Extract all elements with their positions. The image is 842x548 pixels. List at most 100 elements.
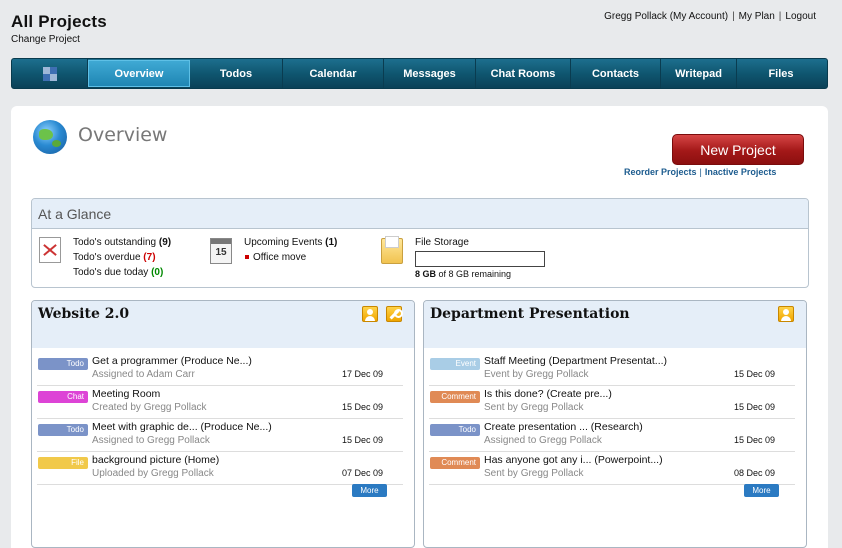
activity-title-link[interactable]: Create presentation ... (Research) xyxy=(484,421,643,433)
nav-home-button[interactable] xyxy=(12,59,88,88)
activity-date: 08 Dec 09 xyxy=(733,468,775,478)
tab-files[interactable]: Files xyxy=(737,59,825,88)
page-heading: All Projects xyxy=(11,12,107,31)
project-title[interactable]: Website 2.0 xyxy=(38,306,129,322)
upcoming-events-count: (1) xyxy=(325,237,338,248)
storage-used: 8 GB xyxy=(415,269,437,279)
activity-subtitle: Created by Gregg Pollack xyxy=(92,402,207,413)
more-button[interactable]: More xyxy=(744,484,779,497)
events-summary: Upcoming Events (1) Office move xyxy=(244,235,337,265)
activity-title-link[interactable]: Meeting Room xyxy=(92,388,160,400)
account-links: Gregg Pollack (My Account) | My Plan | Logou… xyxy=(604,11,816,22)
storage-text: 8 GB of 8 GB remaining xyxy=(415,268,545,280)
activity-title-link[interactable]: Meet with graphic de... (Produce Ne...) xyxy=(92,421,272,433)
glance-title: At a Glance xyxy=(32,199,808,229)
tab-calendar[interactable]: Calendar xyxy=(283,59,384,88)
project-title[interactable]: Department Presentation xyxy=(430,306,630,322)
my-plan-link[interactable]: My Plan xyxy=(739,11,775,22)
activity-title-link[interactable]: background picture (Home) xyxy=(92,454,219,466)
activity-item: Todo Meet with graphic de... (Produce Ne.… xyxy=(37,419,403,452)
activity-item: File background picture (Home) Uploaded by… xyxy=(37,452,403,485)
todos-overdue-count: (7) xyxy=(143,252,156,263)
inactive-projects-link[interactable]: Inactive Projects xyxy=(705,167,777,177)
activity-title-link[interactable]: Is this done? (Create pre...) xyxy=(484,388,612,400)
activity-subtitle: Uploaded by Gregg Pollack xyxy=(92,468,214,479)
activity-item: Comment Is this done? (Create pre...) Sent… xyxy=(429,386,795,419)
activity-subtitle: Sent by Gregg Pollack xyxy=(484,402,584,413)
todos-overdue-label: Todo's overdue xyxy=(73,252,141,263)
activity-date: 15 Dec 09 xyxy=(733,402,775,412)
storage-rest: of 8 GB remaining xyxy=(438,269,512,279)
file-storage-label[interactable]: File Storage xyxy=(415,235,545,250)
app-home-icon xyxy=(42,66,57,81)
activity-item: Comment Has anyone got any i... (Powerpoi… xyxy=(429,452,795,485)
activity-subtitle: Assigned to Adam Carr xyxy=(92,369,195,380)
type-badge: Todo xyxy=(38,424,88,436)
at-a-glance-panel: At a Glance Todo's outstanding (9) Todo'… xyxy=(31,198,809,288)
wrench-icon[interactable] xyxy=(386,306,403,322)
event-office-move[interactable]: Office move xyxy=(244,250,337,265)
globe-icon xyxy=(33,120,67,154)
activity-date: 15 Dec 09 xyxy=(733,435,775,445)
project-card-header: Website 2.0 xyxy=(32,301,414,348)
type-badge: Event xyxy=(430,358,480,370)
tab-chat-rooms[interactable]: Chat Rooms xyxy=(476,59,571,88)
page-title: Overview xyxy=(78,124,168,146)
activity-date: 15 Dec 09 xyxy=(733,369,775,379)
reorder-projects-link[interactable]: Reorder Projects xyxy=(624,167,697,177)
event-label: Office move xyxy=(253,252,307,263)
storage-summary: File Storage 8 GB of 8 GB remaining xyxy=(415,235,545,280)
overview-panel: Overview New Project Reorder Projects | In… xyxy=(11,106,828,548)
type-badge: File xyxy=(38,457,88,469)
tab-overview[interactable]: Overview xyxy=(88,60,190,87)
my-account-link[interactable]: Gregg Pollack (My Account) xyxy=(604,11,728,22)
upcoming-events-label: Upcoming Events xyxy=(244,237,323,248)
todos-overdue[interactable]: Todo's overdue (7) xyxy=(73,250,171,265)
activity-item: Todo Create presentation ... (Research) As… xyxy=(429,419,795,452)
activity-date: 07 Dec 09 xyxy=(341,468,383,478)
tab-contacts[interactable]: Contacts xyxy=(571,59,661,88)
todo-summary: Todo's outstanding (9) Todo's overdue (7… xyxy=(73,235,171,280)
storage-bar xyxy=(415,251,545,267)
todos-outstanding-label: Todo's outstanding xyxy=(73,237,157,248)
separator: | xyxy=(699,167,702,177)
change-project-link[interactable]: Change Project xyxy=(11,34,80,45)
activity-title-link[interactable]: Has anyone got any i... (Powerpoint...) xyxy=(484,454,663,466)
bullet-icon xyxy=(245,254,249,259)
tab-messages[interactable]: Messages xyxy=(384,59,476,88)
type-badge: Todo xyxy=(38,358,88,370)
activity-item: Chat Meeting Room Created by Gregg Pollack… xyxy=(37,386,403,419)
activity-date: 15 Dec 09 xyxy=(341,435,383,445)
todos-due-today[interactable]: Todo's due today (0) xyxy=(73,265,171,280)
type-badge: Chat xyxy=(38,391,88,403)
activity-date: 15 Dec 09 xyxy=(341,402,383,412)
tab-writepad[interactable]: Writepad xyxy=(661,59,737,88)
new-project-button[interactable]: New Project xyxy=(672,134,804,165)
activity-title-link[interactable]: Staff Meeting (Department Presentat...) xyxy=(484,355,667,367)
activity-item: Todo Get a programmer (Produce Ne...) Assi… xyxy=(37,353,403,386)
more-button[interactable]: More xyxy=(352,484,387,497)
project-card-department: Department Presentation Event Staff Meeti… xyxy=(423,300,807,548)
upcoming-events[interactable]: Upcoming Events (1) xyxy=(244,235,337,250)
activity-subtitle: Event by Gregg Pollack xyxy=(484,369,589,380)
type-badge: Todo xyxy=(430,424,480,436)
todos-outstanding[interactable]: Todo's outstanding (9) xyxy=(73,235,171,250)
separator: | xyxy=(778,11,782,22)
person-icon[interactable] xyxy=(362,306,378,322)
activity-subtitle: Assigned to Gregg Pollack xyxy=(92,435,210,446)
project-links: Reorder Projects | Inactive Projects xyxy=(624,167,776,177)
person-icon[interactable] xyxy=(778,306,794,322)
calendar-icon: 15 xyxy=(210,238,232,264)
project-card-header: Department Presentation xyxy=(424,301,806,348)
tab-todos[interactable]: Todos xyxy=(190,59,283,88)
folder-icon xyxy=(381,236,403,264)
activity-subtitle: Sent by Gregg Pollack xyxy=(484,468,584,479)
activity-title-link[interactable]: Get a programmer (Produce Ne...) xyxy=(92,355,252,367)
todo-checklist-icon xyxy=(39,237,61,263)
activity-subtitle: Assigned to Gregg Pollack xyxy=(484,435,602,446)
type-badge: Comment xyxy=(430,457,480,469)
separator: | xyxy=(732,11,735,22)
logout-link[interactable]: Logout xyxy=(785,11,816,22)
type-badge: Comment xyxy=(430,391,480,403)
todos-outstanding-count: (9) xyxy=(158,237,172,248)
